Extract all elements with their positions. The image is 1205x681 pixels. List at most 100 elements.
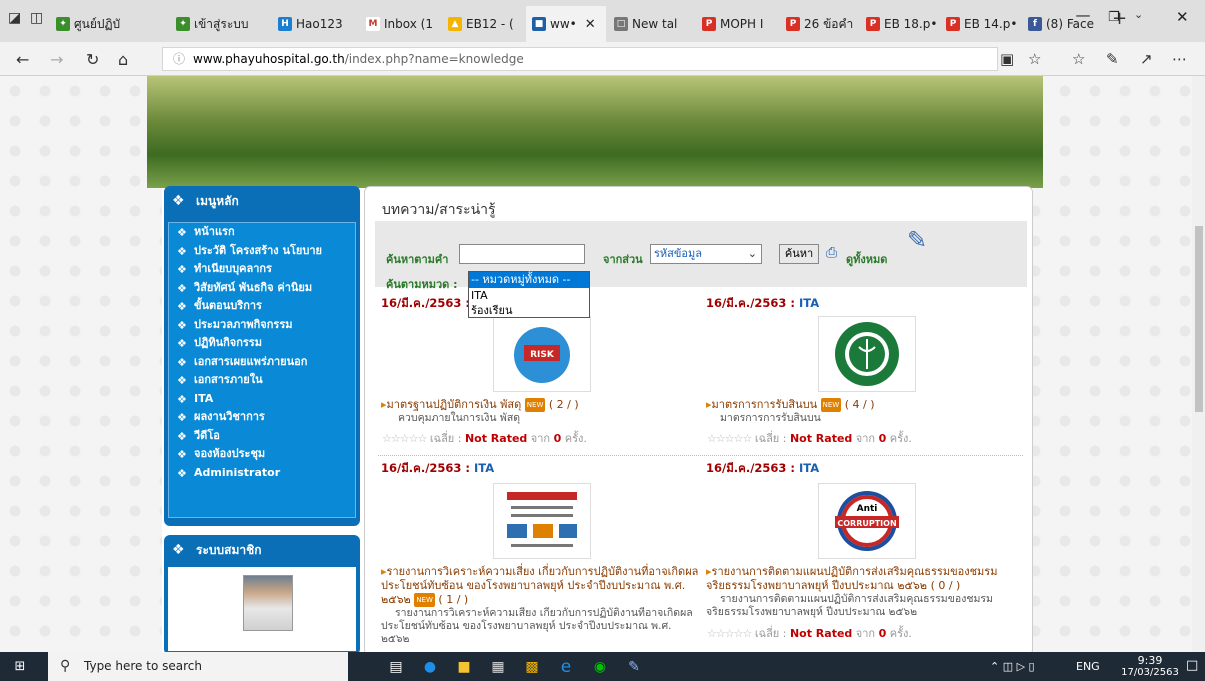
- tab-7[interactable]: □ New tal: [608, 6, 694, 42]
- favorites-list-icon[interactable]: ☆: [1072, 50, 1085, 68]
- windows-start-icon[interactable]: ⊞: [10, 657, 30, 677]
- task-view-icon[interactable]: ▤: [386, 657, 406, 677]
- file-explorer-icon[interactable]: ▩: [522, 657, 542, 677]
- article-thumbnail[interactable]: Anti CORRUPTION: [818, 483, 916, 559]
- menu-item-home[interactable]: ❖ หน้าแรก: [169, 223, 355, 242]
- tab-favicon: P: [786, 17, 800, 31]
- tab-label: New tal: [632, 17, 678, 31]
- close-window-icon[interactable]: ✕: [1176, 8, 1189, 26]
- refresh-icon[interactable]: ↻: [86, 50, 99, 69]
- edge-browser-icon[interactable]: ●: [420, 657, 440, 677]
- infographic-image: [507, 492, 577, 547]
- tab-1[interactable]: ✦ ศูนย์ปฏิบั: [50, 6, 168, 42]
- tab-8[interactable]: P MOPH I: [696, 6, 778, 42]
- reading-view-icon[interactable]: ▣: [1000, 50, 1014, 68]
- view-all-link[interactable]: ดูทั้งหมด: [846, 250, 887, 268]
- search-input[interactable]: [459, 244, 585, 264]
- menu-item-label: เอกสารเผยแพร่ภายนอก: [194, 354, 308, 368]
- main-menu-list: ❖ หน้าแรก ❖ ประวัติ โครงสร้าง นโยบาย ❖ ทำเน…: [168, 222, 356, 518]
- tab-9[interactable]: P 26 ข้อคำ: [780, 6, 858, 42]
- menu-item-staff[interactable]: ❖ ทำเนียบบุคลากร: [169, 260, 355, 279]
- article-thumbnail[interactable]: RISK: [493, 316, 591, 392]
- internet-explorer-icon[interactable]: e: [556, 657, 576, 677]
- article-title[interactable]: ▸รายงานการวิเคราะห์ความเสี่ยง เกี่ยวกับก…: [381, 565, 701, 607]
- menu-item-room-booking[interactable]: ❖ จองห้องประชุม: [169, 445, 355, 464]
- menu-item-video[interactable]: ❖ วีดีโอ: [169, 427, 355, 446]
- notepad-icon[interactable]: ✎: [907, 226, 927, 254]
- rating-stars-icon[interactable]: ☆☆☆☆☆: [382, 432, 427, 445]
- tab-actions-icon[interactable]: ◪: [8, 10, 21, 26]
- clock-time[interactable]: 9:39: [1130, 654, 1170, 667]
- menu-item-internal-docs[interactable]: ❖ เอกสารภายใน: [169, 371, 355, 390]
- notes-app-icon[interactable]: ✎: [624, 657, 644, 677]
- tab-5[interactable]: ▲ EB12 - (: [442, 6, 524, 42]
- search-button[interactable]: ค้นหา: [779, 244, 819, 264]
- forward-arrow-icon[interactable]: →: [50, 50, 63, 69]
- close-tab-icon[interactable]: ✕: [585, 17, 596, 32]
- tab-3[interactable]: H Hao123: [272, 6, 358, 42]
- article-description: มาตรการการรับสินบน: [720, 412, 821, 424]
- tab-label: EB12 - (: [466, 17, 514, 31]
- tab-11[interactable]: P EB 14.p•: [940, 6, 1020, 42]
- rating: ☆☆☆☆☆ เฉลี่ย : Not Rated จาก 0 ครั้ง.: [707, 624, 912, 642]
- more-icon[interactable]: ⋯: [1172, 50, 1187, 68]
- tab-preview-icon[interactable]: ◫: [30, 10, 43, 26]
- category-option-ita[interactable]: ITA: [469, 288, 589, 303]
- home-icon[interactable]: ⌂: [118, 50, 128, 69]
- menu-item-services[interactable]: ❖ ขั้นตอนบริการ: [169, 297, 355, 316]
- article-title[interactable]: ▸รายงานการติดตามแผนปฏิบัติการส่งเสริมคุณ…: [706, 565, 1026, 593]
- tab-2[interactable]: ✦ เข้าสู่ระบบ: [170, 6, 270, 42]
- category-option-complaints[interactable]: ร้องเรียน: [469, 303, 589, 318]
- menu-item-label: ประมวลภาพกิจกรรม: [194, 317, 293, 331]
- scrollbar-thumb[interactable]: [1195, 226, 1203, 412]
- back-arrow-icon[interactable]: ←: [16, 50, 29, 69]
- menu-item-gallery[interactable]: ❖ ประมวลภาพกิจกรรม: [169, 316, 355, 335]
- url-host: www.phayuhospital.go.th: [193, 52, 345, 66]
- menu-item-vision[interactable]: ❖ วิสัยทัศน์ พันธกิจ ค่านิยม: [169, 279, 355, 298]
- menu-item-external-docs[interactable]: ❖ เอกสารเผยแพร่ภายนอก: [169, 353, 355, 372]
- store-icon[interactable]: ■: [454, 657, 474, 677]
- menu-item-ita[interactable]: ❖ ITA: [169, 390, 355, 409]
- system-tray-icons[interactable]: ⌃ ◫ ▷ ▯: [990, 660, 1035, 673]
- field-select-value: รหัสข้อมูล: [654, 247, 702, 260]
- tab-6-active[interactable]: ■ ww• ✕: [526, 6, 606, 42]
- notification-icon[interactable]: □: [1186, 658, 1198, 673]
- article-thumbnail[interactable]: [493, 483, 591, 559]
- article-thumbnail[interactable]: [818, 316, 916, 392]
- new-badge: NEW: [524, 398, 546, 412]
- field-select[interactable]: รหัสข้อมูล ⌄: [650, 244, 762, 264]
- menu-item-calendar[interactable]: ❖ ปฏิทินกิจกรรม: [169, 334, 355, 353]
- rating-stars-icon[interactable]: ☆☆☆☆☆: [707, 432, 752, 445]
- article-title[interactable]: ▸มาตรการการรับสินบน NEW ( 4 / ): [706, 398, 1026, 412]
- clock-date[interactable]: 17/03/2563: [1120, 667, 1180, 678]
- share-icon[interactable]: ↗: [1140, 50, 1153, 68]
- tab-list-chevron-icon[interactable]: ⌄: [1134, 8, 1143, 21]
- line-app-icon[interactable]: ◉: [590, 657, 610, 677]
- member-title: ระบบสมาชิก: [196, 543, 262, 557]
- tab-4[interactable]: M Inbox (1: [360, 6, 440, 42]
- taskbar-search-input[interactable]: ⚲ Type here to search: [48, 652, 348, 681]
- category-dropdown[interactable]: -- หมวดหมู่ทั้งหมด -- ITA ร้องเรียน: [468, 271, 590, 318]
- menu-item-history[interactable]: ❖ ประวัติ โครงสร้าง นโยบาย: [169, 242, 355, 261]
- pen-icon[interactable]: ✎: [1106, 50, 1119, 68]
- svg-text:RISK: RISK: [530, 350, 555, 360]
- category-option-all[interactable]: -- หมวดหมู่ทั้งหมด --: [469, 272, 589, 288]
- menu-item-admin[interactable]: ❖ Administrator: [169, 464, 355, 483]
- minimize-icon[interactable]: —: [1060, 6, 1106, 24]
- favorite-star-icon[interactable]: ☆: [1028, 50, 1041, 68]
- calculator-icon[interactable]: ▦: [488, 657, 508, 677]
- menu-item-label: ปฏิทินกิจกรรม: [194, 336, 262, 349]
- menu-item-research[interactable]: ❖ ผลงานวิชาการ: [169, 408, 355, 427]
- article-title[interactable]: ▸มาตรฐานปฏิบัติการเงิน พัสดุ NEW ( 2 / ): [381, 398, 691, 412]
- rating: ☆☆☆☆☆ เฉลี่ย : Not Rated จาก 0 ครั้ง.: [707, 429, 912, 447]
- rating-stars-icon[interactable]: ☆☆☆☆☆: [707, 627, 752, 640]
- language-indicator[interactable]: ENG: [1076, 660, 1100, 673]
- view-count: ( 0 / ): [930, 579, 961, 592]
- tab-10[interactable]: P EB 18.p•: [860, 6, 938, 42]
- menu-item-label: ทำเนียบบุคลากร: [194, 262, 272, 275]
- date-text: 16/มี.ค./2563 :: [706, 296, 800, 310]
- restore-window-icon[interactable]: ❐: [1108, 10, 1120, 25]
- diamond-bullet-icon: ❖: [177, 466, 187, 480]
- svg-text:Anti: Anti: [857, 504, 878, 514]
- url-input[interactable]: ⓘ www.phayuhospital.go.th/index.php?name=…: [162, 47, 998, 71]
